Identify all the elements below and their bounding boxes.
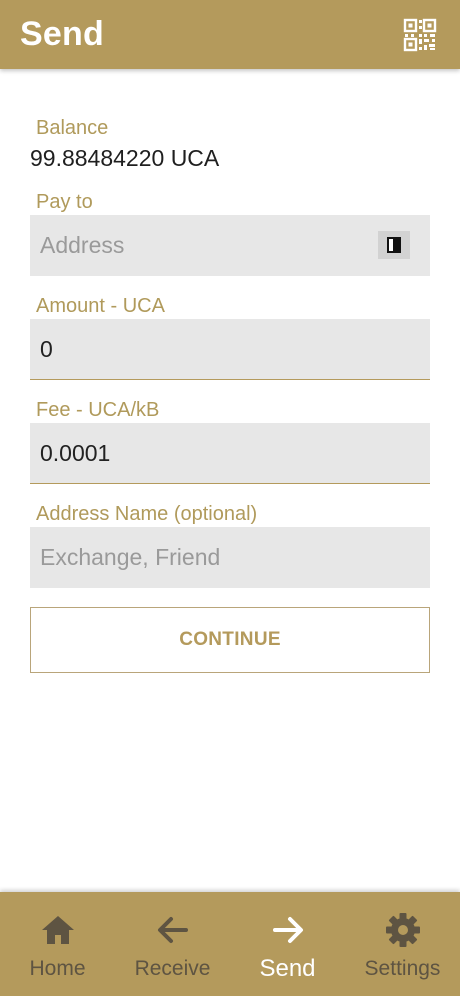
nav-label-send: Send: [259, 955, 316, 982]
nav-label-settings: Settings: [364, 957, 441, 980]
qr-code-icon: [403, 18, 437, 52]
continue-button[interactable]: CONTINUE: [30, 607, 430, 673]
gear-icon: [384, 912, 422, 948]
app-header: Send: [0, 0, 460, 69]
amount-label: Amount - UCA: [36, 295, 165, 317]
fee-input[interactable]: [30, 423, 430, 483]
nav-item-home[interactable]: Home: [0, 892, 115, 996]
address-input[interactable]: [30, 215, 430, 276]
amount-input[interactable]: [30, 319, 430, 379]
address-name-label: Address Name (optional): [36, 503, 258, 525]
balance-value: 99.88484220 UCA: [30, 145, 220, 171]
address-book-icon: [387, 237, 401, 253]
page-title: Send: [20, 15, 104, 53]
nav-item-receive[interactable]: Receive: [115, 892, 230, 996]
address-name-field: [30, 527, 430, 588]
arrow-left-icon: [154, 912, 192, 948]
nav-item-send[interactable]: Send: [230, 892, 345, 996]
amount-field: [30, 319, 430, 380]
fee-field: [30, 423, 430, 484]
fee-label: Fee - UCA/kB: [36, 399, 160, 421]
address-book-button[interactable]: [378, 231, 410, 259]
balance-label: Balance: [36, 117, 109, 139]
qr-scan-button[interactable]: [400, 15, 440, 55]
bottom-navigation: Home Receive Send Settings: [0, 892, 460, 996]
nav-label-receive: Receive: [134, 957, 211, 980]
arrow-right-icon: [269, 912, 307, 948]
send-screen: Send Balance 99.88484220 UCA Pay to Addr…: [0, 0, 460, 996]
nav-item-settings[interactable]: Settings: [345, 892, 460, 996]
address-name-input[interactable]: [30, 527, 430, 588]
home-icon: [39, 912, 77, 948]
pay-to-label: Pay to: [36, 191, 93, 213]
pay-to-field: [30, 215, 430, 276]
nav-label-home: Home: [29, 957, 86, 980]
